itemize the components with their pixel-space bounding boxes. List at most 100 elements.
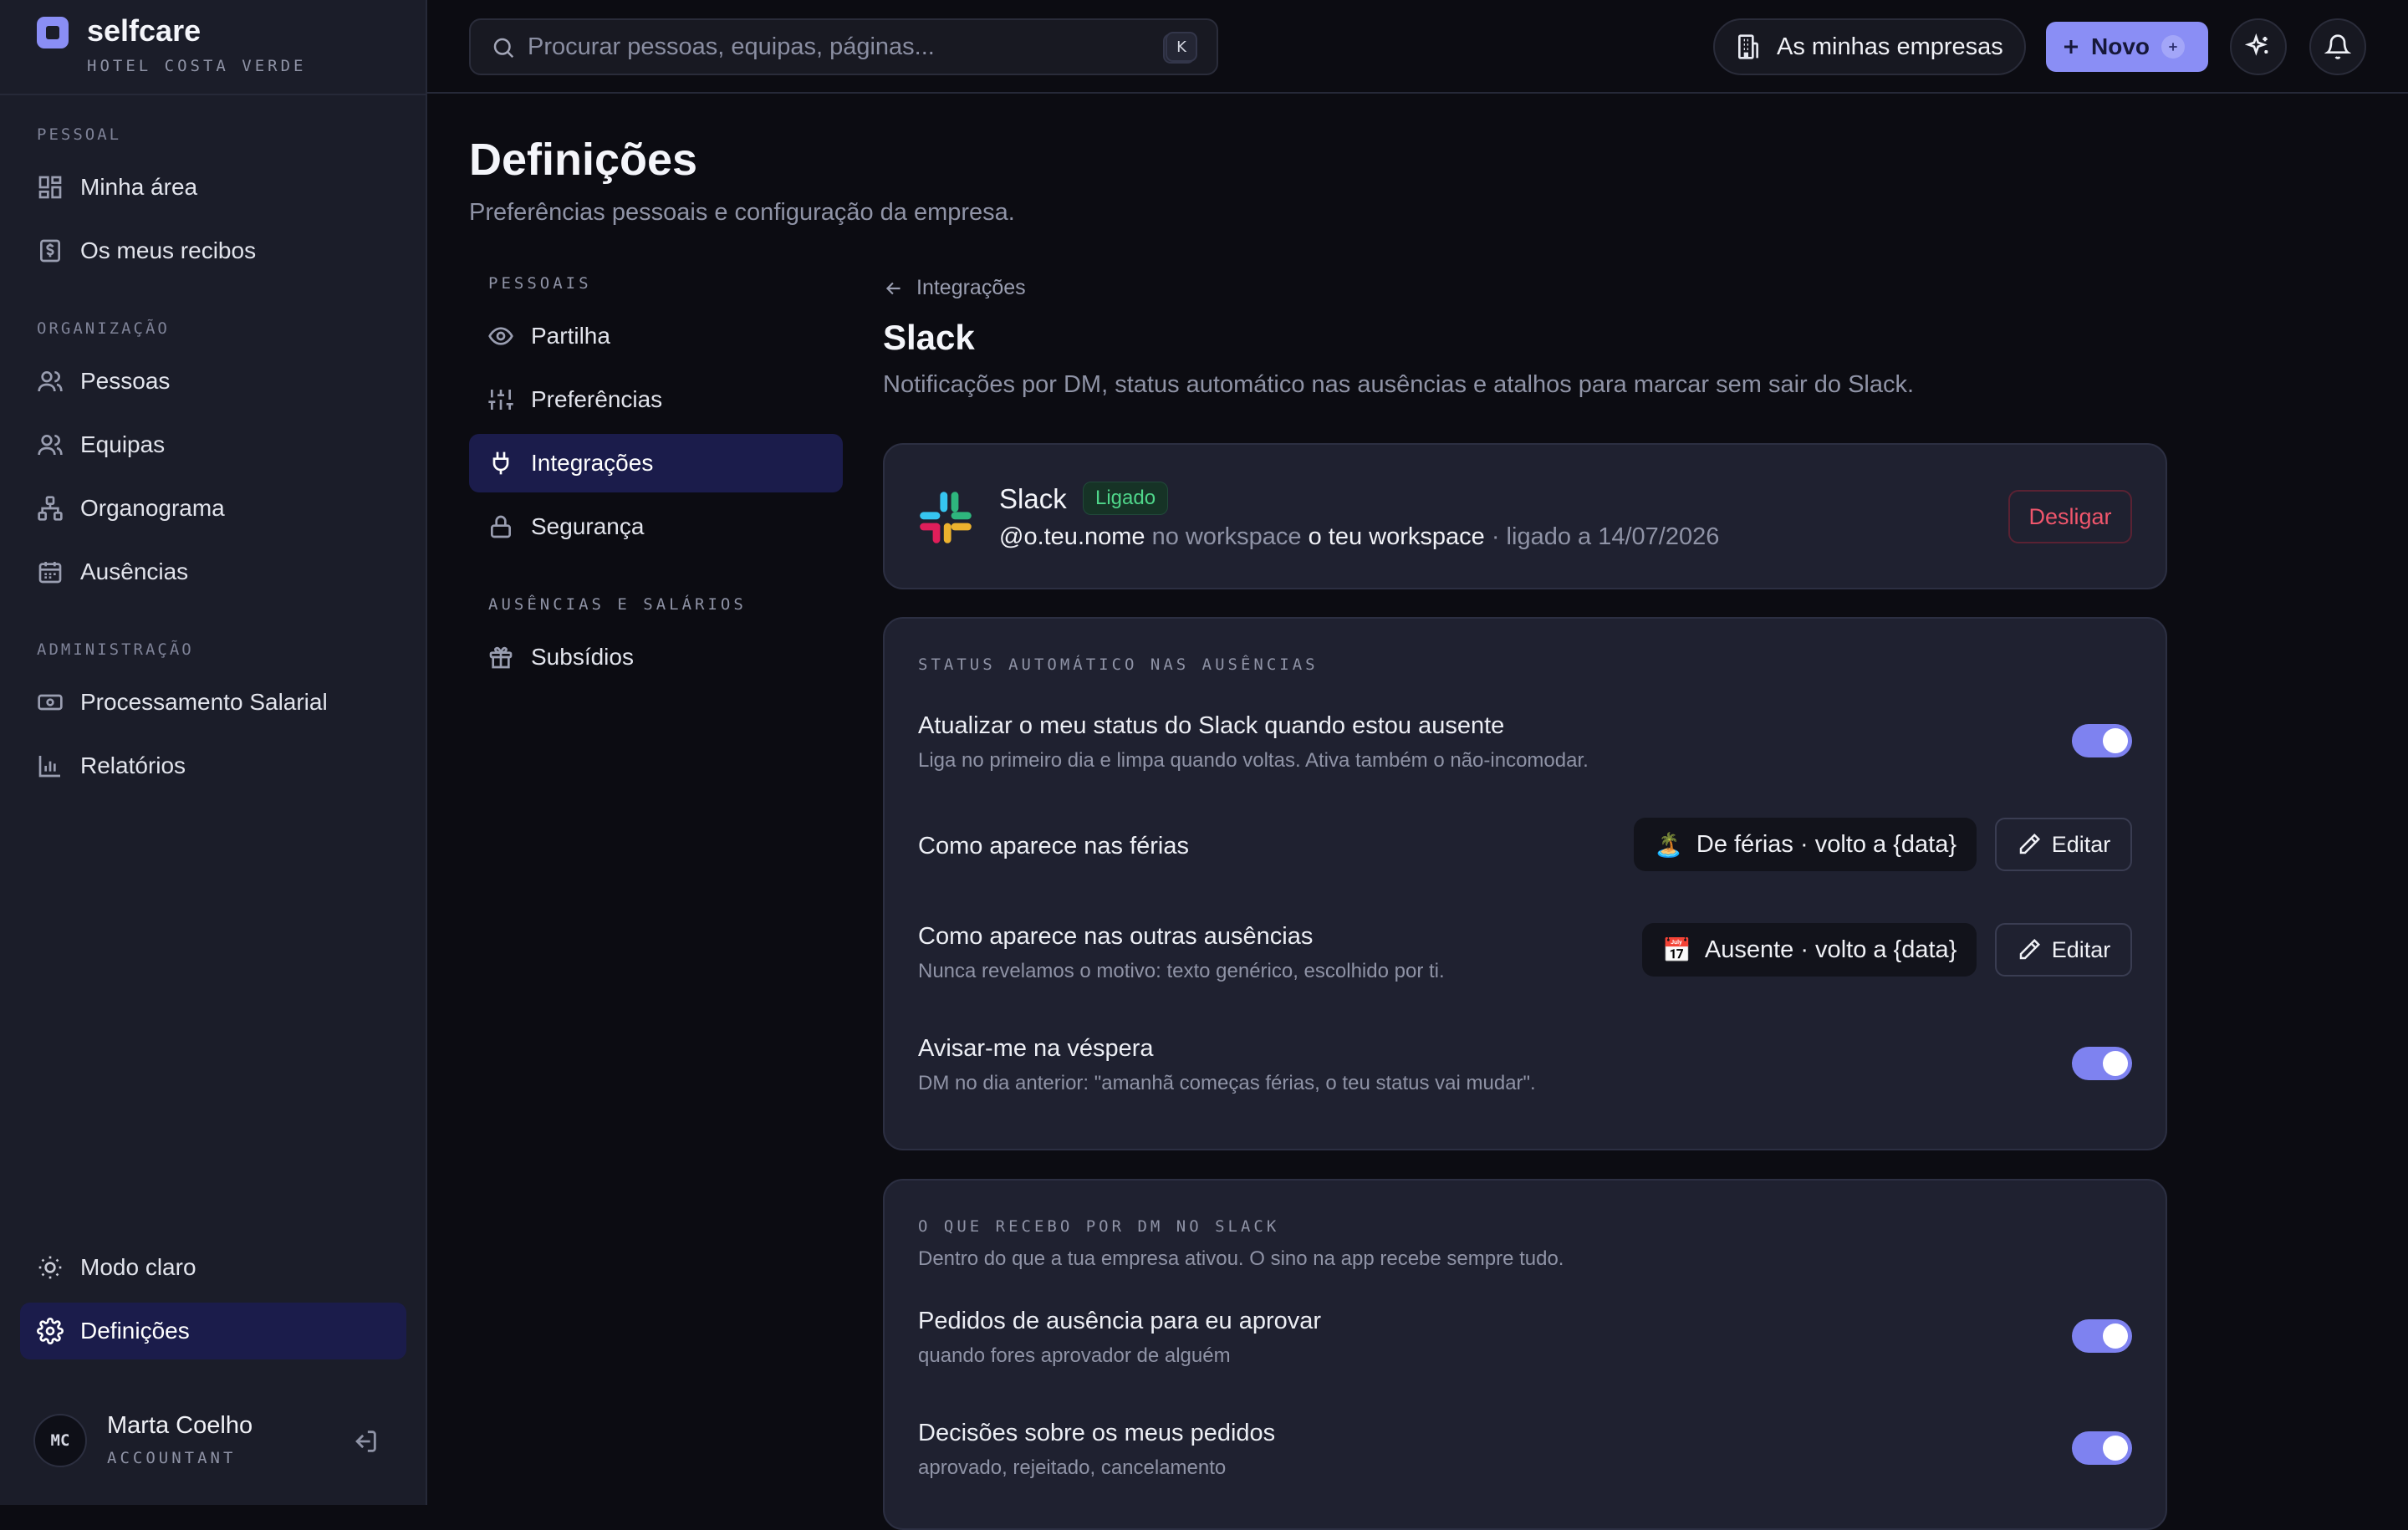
divider bbox=[0, 94, 427, 95]
eve-notice-toggle[interactable] bbox=[2072, 1047, 2132, 1080]
integration-description: Notificações por DM, status automático n… bbox=[883, 371, 1915, 398]
tab-label: Preferências bbox=[531, 386, 663, 412]
sidebar-item-ausencias[interactable]: Ausências bbox=[20, 543, 406, 600]
pencil-icon bbox=[2019, 833, 2040, 854]
tab-subsidios[interactable]: Subsídios bbox=[469, 628, 843, 686]
integration-title: Slack bbox=[883, 318, 975, 357]
nav-section-label: ORGANIZAÇÃO bbox=[37, 319, 170, 338]
slack-handle: @o.teu.nome bbox=[999, 523, 1145, 550]
vacation-status-text: De férias · volto a {data} bbox=[1696, 830, 1957, 858]
sidebar-item-equipas[interactable]: Equipas bbox=[20, 416, 406, 473]
tab-label: Integrações bbox=[531, 450, 654, 476]
avatar[interactable]: MC bbox=[33, 1414, 87, 1467]
approvals-desc: quando fores aprovador de alguém bbox=[918, 1344, 1231, 1367]
status-badge: Ligado bbox=[1083, 482, 1169, 515]
sidebar-item-label: Os meus recibos bbox=[80, 237, 257, 263]
theme-toggle[interactable]: Modo claro bbox=[20, 1239, 406, 1296]
decisions-toggle[interactable] bbox=[2072, 1431, 2132, 1465]
edit-vacation-status-button[interactable]: Editar bbox=[1995, 818, 2132, 871]
sparkles-icon bbox=[2245, 33, 2268, 56]
sidebar: selfcare HOTEL COSTA VERDE PESSOAL Minha… bbox=[0, 0, 427, 1505]
search-icon bbox=[493, 38, 514, 59]
tab-integracoes[interactable]: Integrações bbox=[469, 434, 843, 492]
tab-label: Segurança bbox=[531, 513, 645, 539]
sidebar-item-minha-area[interactable]: Minha área bbox=[20, 159, 406, 216]
arrow-left-icon bbox=[885, 282, 900, 294]
nav-section-label: PESSOAL bbox=[37, 125, 122, 144]
settings-nav-section-label: PESSOAIS bbox=[488, 274, 592, 293]
pencil-icon bbox=[2019, 938, 2040, 960]
slack-connection-card: Slack Ligado @o.teu.nome no workspace o … bbox=[883, 443, 2167, 589]
top-bar: ⌘ K As minhas empresas Novo bbox=[427, 0, 2408, 94]
vacation-status-preview: 🏝️ De férias · volto a {data} bbox=[1634, 818, 1977, 871]
eve-notice-title: Avisar-me na véspera bbox=[918, 1035, 1154, 1062]
sidebar-item-pessoas[interactable]: Pessoas bbox=[20, 353, 406, 410]
other-absence-status-text: Ausente · volto a {data} bbox=[1704, 936, 1957, 963]
sidebar-item-label: Pessoas bbox=[80, 368, 171, 394]
gift-icon bbox=[489, 646, 513, 669]
sidebar-item-relatorios[interactable]: Relatórios bbox=[20, 737, 406, 794]
user-name: Marta Coelho bbox=[107, 1412, 253, 1439]
breadcrumb-label: Integrações bbox=[916, 276, 1026, 299]
receipt-icon bbox=[40, 239, 60, 263]
search-input[interactable] bbox=[528, 28, 1096, 65]
tab-label: Subsídios bbox=[531, 644, 634, 670]
sun-icon bbox=[38, 1256, 62, 1279]
sidebar-item-definicoes[interactable]: Definições bbox=[20, 1303, 406, 1359]
ai-assistant-button[interactable] bbox=[2230, 18, 2287, 75]
update-status-desc: Liga no primeiro dia e limpa quando volt… bbox=[918, 749, 1589, 772]
plug-icon bbox=[492, 451, 509, 475]
edit-other-absence-button[interactable]: Editar bbox=[1995, 923, 2132, 977]
dm-preferences-card: O QUE RECEBO POR DM NO SLACK Dentro do q… bbox=[883, 1179, 2167, 1530]
new-button-label: Novo bbox=[2091, 33, 2150, 59]
update-status-title: Atualizar o meu status do Slack quando e… bbox=[918, 712, 1505, 739]
sliders-icon bbox=[488, 390, 513, 410]
calendar-emoji-icon: 📅 bbox=[1662, 936, 1691, 964]
tab-label: Partilha bbox=[531, 323, 610, 349]
breadcrumb-back[interactable]: Integrações bbox=[883, 276, 1026, 300]
company-name: HOTEL COSTA VERDE bbox=[87, 57, 307, 75]
bell-icon bbox=[2324, 34, 2351, 59]
sidebar-item-processamento-salarial[interactable]: Processamento Salarial bbox=[20, 674, 406, 731]
my-companies-button[interactable]: As minhas empresas bbox=[1713, 18, 2026, 75]
workspace-prefix: no workspace bbox=[1151, 523, 1302, 550]
connected-date: · ligado a 14/07/2026 bbox=[1491, 523, 1720, 550]
auto-status-card: STATUS AUTOMÁTICO NAS AUSÊNCIAS Atualiza… bbox=[883, 617, 2167, 1150]
building-icon bbox=[1738, 34, 1758, 59]
notifications-button[interactable] bbox=[2309, 18, 2366, 75]
plus-icon bbox=[2064, 40, 2078, 54]
sidebar-item-label: Minha área bbox=[80, 174, 198, 200]
gear-icon bbox=[37, 1318, 64, 1344]
update-status-toggle[interactable] bbox=[2072, 724, 2132, 757]
nav-section-label: ADMINISTRAÇÃO bbox=[37, 640, 194, 659]
sidebar-item-label: Equipas bbox=[80, 431, 166, 457]
approvals-title: Pedidos de ausência para eu aprovar bbox=[918, 1308, 1322, 1334]
new-shortcut-badge bbox=[2161, 35, 2185, 59]
page-subtitle: Preferências pessoais e configuração da … bbox=[469, 199, 1015, 226]
approvals-toggle[interactable] bbox=[2072, 1319, 2132, 1353]
new-button[interactable]: Novo bbox=[2046, 22, 2208, 72]
eve-notice-desc: DM no dia anterior: "amanhã começas féri… bbox=[918, 1072, 1536, 1094]
other-absence-desc: Nunca revelamos o motivo: texto genérico… bbox=[918, 960, 1445, 982]
users-icon bbox=[38, 371, 63, 392]
sidebar-item-recibos[interactable]: Os meus recibos bbox=[20, 222, 406, 279]
bar-chart-icon bbox=[38, 756, 60, 778]
logout-icon[interactable] bbox=[351, 1427, 380, 1456]
page-title: Definições bbox=[469, 135, 698, 185]
connection-details: @o.teu.nome no workspace o teu workspace… bbox=[999, 523, 1719, 551]
brand-logo-icon bbox=[37, 17, 69, 48]
sidebar-item-organograma[interactable]: Organograma bbox=[20, 480, 406, 537]
disconnect-button[interactable]: Desligar bbox=[2008, 490, 2132, 543]
tab-preferencias[interactable]: Preferências bbox=[469, 370, 843, 429]
sidebar-item-label: Processamento Salarial bbox=[80, 689, 328, 715]
decisions-title: Decisões sobre os meus pedidos bbox=[918, 1420, 1276, 1446]
tab-seguranca[interactable]: Segurança bbox=[469, 497, 843, 556]
other-absence-status-preview: 📅 Ausente · volto a {data} bbox=[1642, 923, 1977, 977]
org-chart-icon bbox=[38, 496, 63, 521]
tab-partilha[interactable]: Partilha bbox=[469, 307, 843, 365]
island-emoji-icon: 🏝️ bbox=[1654, 830, 1683, 859]
sidebar-item-label: Ausências bbox=[80, 558, 189, 584]
search-box[interactable]: ⌘ bbox=[469, 18, 1218, 75]
dashboard-grid-icon bbox=[38, 176, 62, 199]
plus-small-icon bbox=[2169, 43, 2177, 51]
